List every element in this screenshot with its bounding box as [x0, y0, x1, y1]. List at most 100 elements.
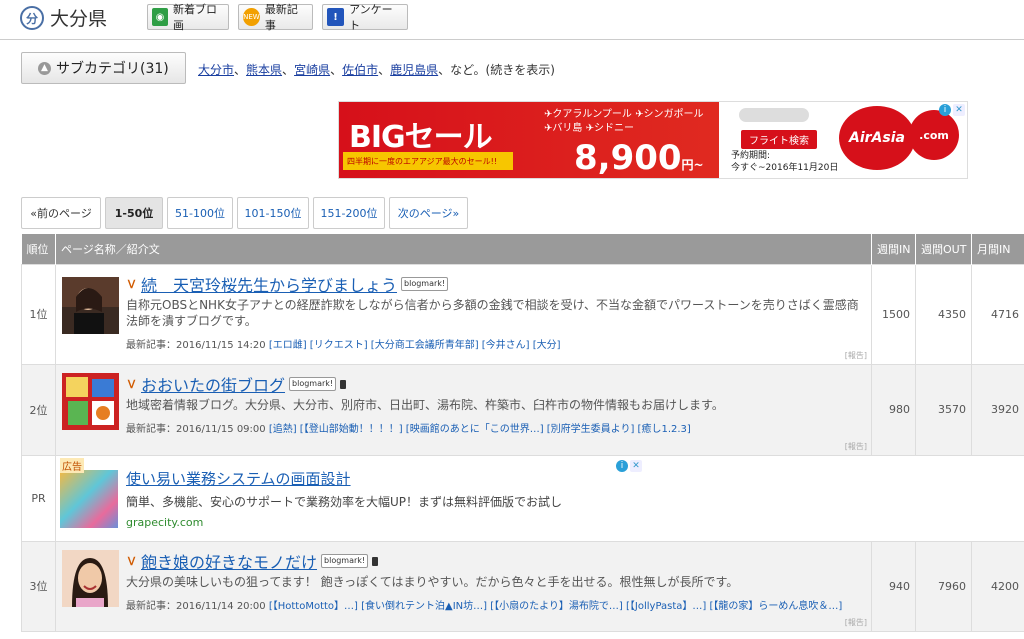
col-week-in-header: 週間IN	[871, 234, 916, 264]
page-101-150-button[interactable]: 101-150位	[237, 197, 309, 229]
table-row: 3位 Ｖ 飽き娘の好きなモノだけ blogmark! 大分県の美味しいもの狙って…	[21, 540, 1024, 632]
latest-label: 最新記事：2016/11/15 09:00	[126, 424, 266, 435]
airplane-icon	[739, 108, 809, 122]
week-in-cell: 980	[871, 363, 916, 456]
destination-bali: バリ島	[552, 123, 583, 134]
link-separator: 、	[234, 63, 247, 77]
ad-title-link[interactable]: 使い易い業務システムの画面設計	[126, 470, 351, 488]
ad-choices[interactable]: i ✕	[616, 460, 642, 472]
latest-label: 最新記事：2016/11/14 20:00	[126, 601, 266, 612]
mobile-phone-icon	[340, 379, 347, 389]
ad-description: 簡単、多機能、安心のサポートで業務効率を大幅UP！まずは無料評価版でお試し	[126, 495, 563, 509]
page-151-200-button[interactable]: 151-200位	[313, 197, 385, 229]
camera-icon: ◉	[152, 8, 169, 26]
col-week-out-header: 週間OUT	[915, 234, 972, 264]
link-separator: 、	[378, 63, 391, 77]
rank-cell: 2位	[21, 363, 56, 456]
blog-title-link[interactable]: 飽き娘の好きなモノだけ	[141, 549, 317, 573]
blog-entry: Ｖ 続 天宮玲桜先生から学びましょう blogmark! 自称元OBSとNHK女…	[56, 265, 871, 363]
destination-kl: クアラルンプール	[552, 109, 632, 120]
ad-close-icon[interactable]: ✕	[630, 460, 642, 472]
next-page-button[interactable]: 次のページ»	[389, 197, 468, 229]
region-logo-icon[interactable]: 分	[20, 6, 44, 30]
banner-sub-text: 四半期に一度のエアアジア最大のセール!!	[343, 152, 513, 170]
airasia-banner-ad[interactable]: BIGセール 四半期に一度のエアアジア最大のセール!! ✈クアラルンプール ✈シ…	[338, 101, 968, 179]
ad-choices[interactable]: i ✕	[939, 104, 965, 116]
banner-destinations: ✈クアラルンプール ✈シンガポール ✈バリ島 ✈シドニー	[544, 109, 704, 134]
blog-thumbnail[interactable]	[62, 373, 119, 430]
show-more-link[interactable]: 、など。(続きを表示)	[438, 63, 555, 77]
latest-article-line: 最新記事：2016/11/14 20:00 [【HottoMotto】…] [食…	[126, 597, 871, 612]
report-link[interactable]: [報告]	[845, 617, 867, 628]
entry-cell: Ｖ 続 天宮玲桜先生から学びましょう blogmark! 自称元OBSとNHK女…	[55, 263, 872, 365]
link-separator: 、	[330, 63, 343, 77]
v-rank-icon: Ｖ	[126, 278, 137, 291]
entry-title-line: Ｖ 飽き娘の好きなモノだけ blogmark!	[126, 550, 871, 572]
ad-info-icon[interactable]: i	[939, 104, 951, 116]
airasia-logo: AirAsia	[839, 106, 915, 170]
destination-sydney: シドニー	[593, 123, 634, 134]
subcategory-links: 大分市、熊本県、宮崎県、佐伯市、鹿児島県、など。(続きを表示)	[198, 61, 555, 78]
report-link[interactable]: [報告]	[845, 350, 867, 361]
blog-description: 地域密着情報ブログ。大分県、大分市、別府市、日出町、湯布院、杵築市、臼杵市の物件…	[126, 398, 724, 412]
entry-body: Ｖ 飽き娘の好きなモノだけ blogmark! 大分県の美味しいもの狙ってます！…	[126, 542, 871, 612]
blogmark-badge[interactable]: blogmark!	[289, 377, 337, 391]
new-images-button[interactable]: ◉ 新着ブロ画	[147, 3, 229, 32]
blog-title-link[interactable]: おおいたの街ブログ	[141, 372, 285, 396]
entry-title-line: Ｖ 続 天宮玲桜先生から学びましょう blogmark!	[126, 273, 871, 295]
week-in-cell: 940	[871, 540, 916, 632]
blog-description: 大分県の美味しいもの狙ってます！ 飽きっぽくてはまりやすい。だから色々と手を出せ…	[126, 575, 739, 589]
week-out-cell: 7960	[915, 540, 972, 632]
blog-thumbnail[interactable]	[62, 277, 119, 334]
ad-info-icon[interactable]: i	[616, 460, 628, 472]
report-link[interactable]: [報告]	[845, 441, 867, 452]
survey-label: アンケート	[349, 3, 393, 32]
ad-thumbnail[interactable]	[60, 470, 118, 528]
v-rank-icon: Ｖ	[126, 555, 137, 568]
subcategory-link-saiki[interactable]: 佐伯市	[342, 63, 378, 77]
subcategory-link-miyazaki[interactable]: 宮崎県	[294, 63, 330, 77]
pr-ad-entry[interactable]: 広告 使い易い業務システムの画面設計 簡単、多機能、安心のサポートで業務効率を大…	[56, 456, 1024, 540]
subcategory-link-oita-city[interactable]: 大分市	[198, 63, 234, 77]
latest-tags[interactable]: [【HottoMotto】…] [食い倒れテント泊▲IN坊…] [【小扇のたより…	[269, 601, 842, 612]
subcategory-link-kagoshima[interactable]: 鹿児島県	[390, 63, 438, 77]
ranking-table: 順位 ページ名称／紹介文 週間IN 週間OUT 月間IN 1位 Ｖ 続 天宮玲桜…	[21, 234, 1024, 632]
expand-circle-icon: ▲	[38, 61, 51, 75]
subcategory-label: サブカテゴリ(31)	[56, 61, 169, 77]
prev-page-button[interactable]: «前のページ	[21, 197, 101, 229]
latest-tags[interactable]: [追熱] [【登山部始動！！！！] [映画館のあとに「この世界…] [別府学生委…	[269, 424, 691, 435]
table-row: 2位 Ｖ おおいたの街ブログ blogmark! 地域密着情報ブログ。大分県、大…	[21, 363, 1024, 456]
airasia-com-logo: .com	[909, 110, 959, 160]
blog-thumbnail[interactable]	[62, 550, 119, 607]
latest-tags[interactable]: [エロ雌] [リクエスト] [大分商工会議所青年部] [今井さん] [大分]	[269, 340, 561, 351]
new-images-label: 新着ブロ画	[173, 3, 218, 32]
subcategory-button[interactable]: ▲ サブカテゴリ(31)	[21, 52, 186, 84]
entry-body: Ｖ おおいたの街ブログ blogmark! 地域密着情報ブログ。大分県、大分市、…	[126, 365, 871, 435]
ad-close-icon[interactable]: ✕	[953, 104, 965, 116]
blogmark-badge[interactable]: blogmark!	[321, 554, 369, 568]
blogmark-badge[interactable]: blogmark!	[401, 277, 449, 291]
ad-url[interactable]: grapecity.com	[126, 516, 562, 529]
col-month-in-header: 月間IN	[971, 234, 1024, 264]
page-51-100-button[interactable]: 51-100位	[167, 197, 233, 229]
entry-body: Ｖ 続 天宮玲桜先生から学びましょう blogmark! 自称元OBSとNHK女…	[126, 265, 871, 351]
latest-articles-button[interactable]: NEW 最新記事	[238, 3, 313, 32]
blog-title-link[interactable]: 続 天宮玲桜先生から学びましょう	[141, 272, 397, 296]
deadline-value: 今すぐ~2016年11月20日	[731, 163, 839, 173]
ad-body: 使い易い業務システムの画面設計 簡単、多機能、安心のサポートで業務効率を大幅UP…	[126, 468, 562, 529]
ad-tag: 広告	[60, 458, 84, 473]
rank-cell: 1位	[21, 263, 56, 365]
banner-price: 8,900円~	[574, 138, 704, 178]
v-rank-icon: Ｖ	[126, 378, 137, 391]
latest-label: 最新記事：2016/11/15 14:20	[126, 340, 266, 351]
page-1-50-button[interactable]: 1-50位	[105, 197, 163, 229]
exclamation-icon: !	[327, 8, 345, 26]
week-out-cell: 3570	[915, 363, 972, 456]
pr-ad-cell: 広告 使い易い業務システムの画面設計 簡単、多機能、安心のサポートで業務効率を大…	[55, 454, 1024, 542]
latest-article-line: 最新記事：2016/11/15 14:20 [エロ雌] [リクエスト] [大分商…	[126, 336, 871, 351]
survey-button[interactable]: ! アンケート	[322, 3, 408, 32]
flight-search-button[interactable]: フライト検索	[741, 130, 817, 149]
rank-cell: 3位	[21, 540, 56, 632]
new-badge-icon: NEW	[243, 8, 260, 26]
subcategory-link-kumamoto[interactable]: 熊本県	[246, 63, 282, 77]
